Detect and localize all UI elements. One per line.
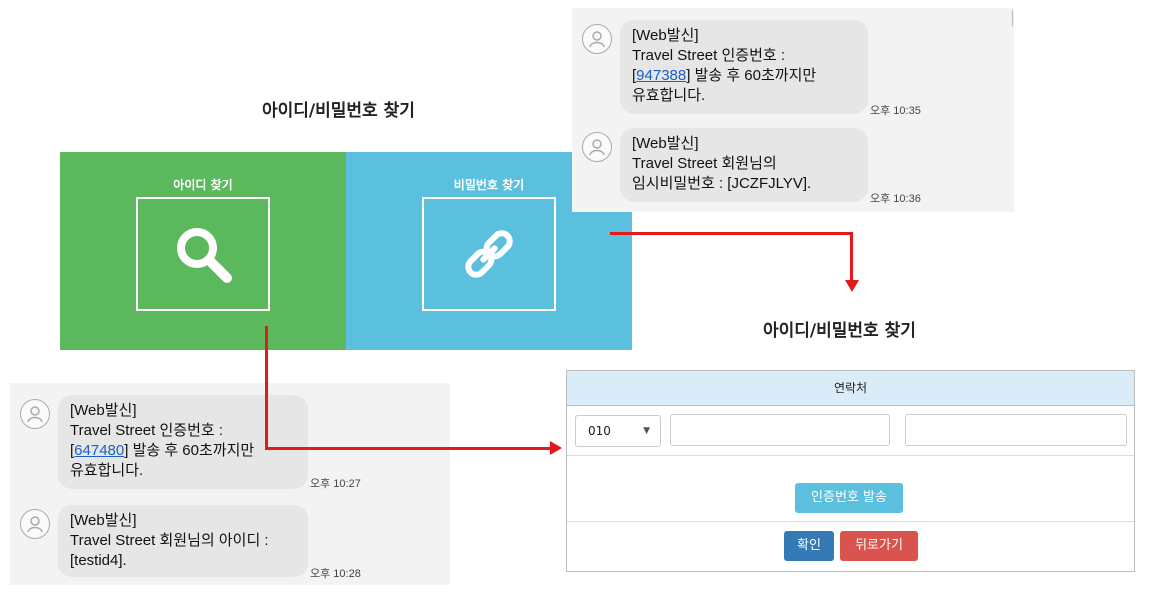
arrow-head-right-icon [550,441,562,455]
left-section-title: 아이디/비밀번호 찾기 [262,101,415,121]
sms-line: [Web발신] [632,135,699,152]
arrow-head-down-icon [845,280,859,292]
phone-prefix-value: 010 [588,424,611,438]
find-id-panel[interactable]: 아이디 찾기 [60,152,346,350]
scrollbar-mark [1012,10,1013,26]
sms-line: Travel Street 인증번호 : [632,47,786,64]
sms-line: [Web발신] [70,512,137,529]
send-code-button[interactable]: 인증번호 발송 [795,483,903,513]
sms-line: [testid4]. [70,552,127,569]
sms-line: [Web발신] [70,402,137,419]
sms-time: 오후 10:36 [870,193,921,205]
sms-time: 오후 10:35 [870,105,921,117]
chevron-down-icon: ▼ [643,426,650,436]
verification-code[interactable]: 947388 [636,67,686,84]
sms-screenshot-top: [Web발신] Travel Street 인증번호 : [947388] 발송… [572,8,1014,212]
sms-message-temp-password: [Web발신] Travel Street 회원님의 임시비밀번호 : [JCZ… [620,128,868,202]
link-icon [465,230,513,278]
arrow-line [265,326,268,449]
find-id-icon-frame [136,197,270,311]
arrow-line [850,232,853,282]
sms-time: 오후 10:27 [310,478,361,490]
person-icon [589,139,605,156]
sms-screenshot-bottom: [Web발신] Travel Street 인증번호 : [647480] 발송… [10,383,450,585]
back-button[interactable]: 뒤로가기 [840,531,918,561]
form-section-title: 아이디/비밀번호 찾기 [763,321,916,341]
phone-prefix-select[interactable]: 010 ▼ [575,415,661,447]
person-icon [27,406,43,423]
phone-middle-input[interactable] [670,414,890,446]
verification-code[interactable]: 647480 [74,442,124,459]
divider [567,455,1134,456]
contact-header: 연락처 [567,371,1134,406]
find-password-icon-frame [422,197,556,311]
arrow-line [265,447,553,450]
panel-connector [558,212,632,296]
contact-form: 연락처 010 ▼ 인증번호 발송 확인 뒤로가기 [566,370,1135,572]
divider [567,521,1134,522]
avatar [20,399,50,429]
sms-line: 임시비밀번호 : [JCZFJLYV]. [632,175,812,192]
sms-time: 오후 10:28 [310,568,361,580]
phone-last-input[interactable] [905,414,1127,446]
sms-message-verification: [Web발신] Travel Street 인증번호 : [947388] 발송… [620,20,868,114]
sms-message-user-id: [Web발신] Travel Street 회원님의 아이디 : [testid… [58,505,308,577]
avatar [582,132,612,162]
sms-message-verification: [Web발신] Travel Street 인증번호 : [647480] 발송… [58,395,308,489]
sms-line: [Web발신] [632,27,699,44]
sms-line: Travel Street 회원님의 [632,155,777,172]
person-icon [589,31,605,48]
avatar [20,509,50,539]
person-icon [27,516,43,533]
sms-line: 유효합니다. [70,462,144,479]
avatar [582,24,612,54]
confirm-button[interactable]: 확인 [784,531,834,561]
sms-line: [647480] 발송 후 60초까지만 [70,441,296,461]
sms-line: Travel Street 인증번호 : [70,422,224,439]
sms-line: Travel Street 회원님의 아이디 : [70,532,269,549]
code-suffix: ] 발송 후 60초까지만 [124,442,255,459]
sms-line: 유효합니다. [632,87,706,104]
sms-line: [947388] 발송 후 60초까지만 [632,66,856,86]
arrow-line [610,232,852,235]
search-icon [177,228,232,283]
code-suffix: ] 발송 후 60초까지만 [686,67,817,84]
find-id-label: 아이디 찾기 [173,178,233,192]
